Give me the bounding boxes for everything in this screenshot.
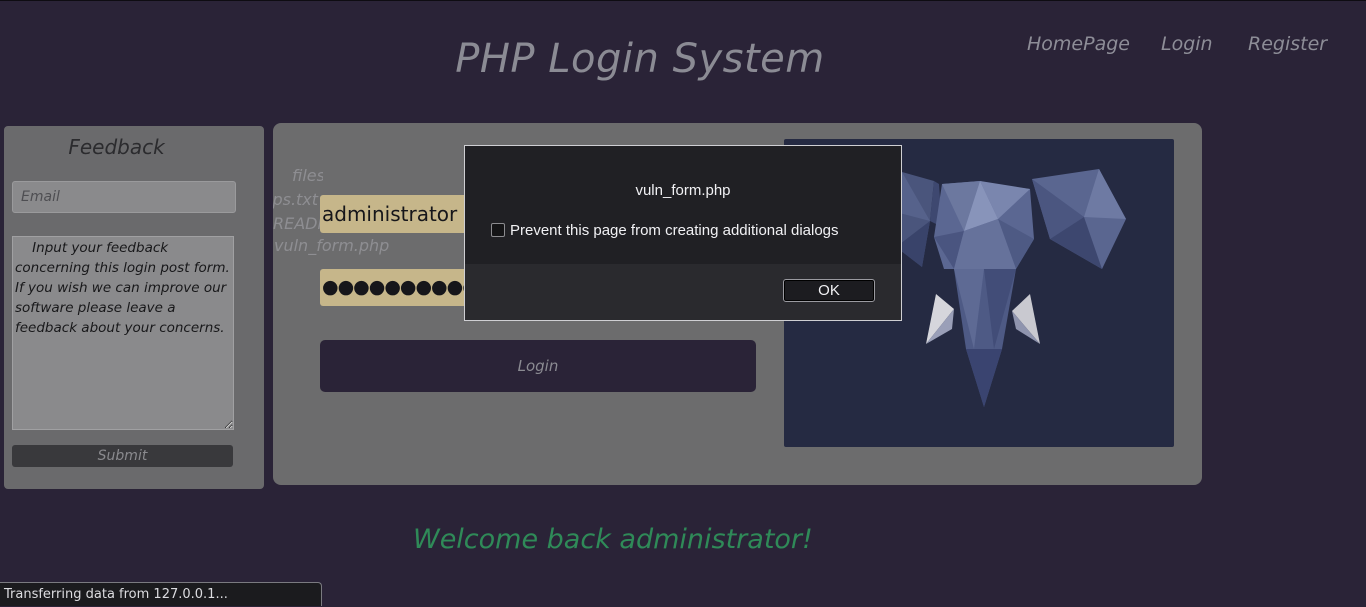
- feedback-message-textarea[interactable]: Input your feedback concerning this logi…: [12, 236, 234, 430]
- alert-dialog: vuln_form.php Prevent this page from cre…: [464, 145, 902, 321]
- dialog-message-area: [465, 146, 901, 264]
- prevent-dialogs-checkbox[interactable]: [491, 223, 505, 237]
- file-list-item[interactable]: README: [273, 212, 323, 236]
- file-list-item[interactable]: files: [273, 164, 323, 188]
- welcome-message: Welcome back administrator!: [413, 524, 813, 555]
- feedback-email-input[interactable]: [12, 181, 236, 213]
- nav-homepage-link[interactable]: HomePage: [1027, 33, 1130, 55]
- nav-register-link[interactable]: Register: [1248, 33, 1327, 55]
- feedback-panel: Feedback Input your feedback concerning …: [4, 126, 264, 489]
- window-top-border: [0, 0, 1366, 1]
- file-list-item[interactable]: ips.txt: [273, 188, 318, 212]
- feedback-submit-button[interactable]: Submit: [12, 445, 233, 467]
- dialog-ok-button[interactable]: OK: [783, 279, 875, 302]
- prevent-dialogs-label[interactable]: Prevent this page from creating addition…: [510, 222, 839, 239]
- nav-login-link[interactable]: Login: [1161, 33, 1213, 55]
- file-list-item-vuln[interactable]: vuln_form.php: [274, 234, 389, 258]
- login-button[interactable]: Login: [320, 340, 756, 392]
- dialog-message: vuln_form.php: [635, 182, 731, 199]
- file-list-item[interactable]: vuln_form.php: [274, 234, 389, 258]
- browser-status-bar: Transferring data from 127.0.0.1...: [0, 582, 322, 606]
- feedback-title: Feedback: [68, 135, 165, 159]
